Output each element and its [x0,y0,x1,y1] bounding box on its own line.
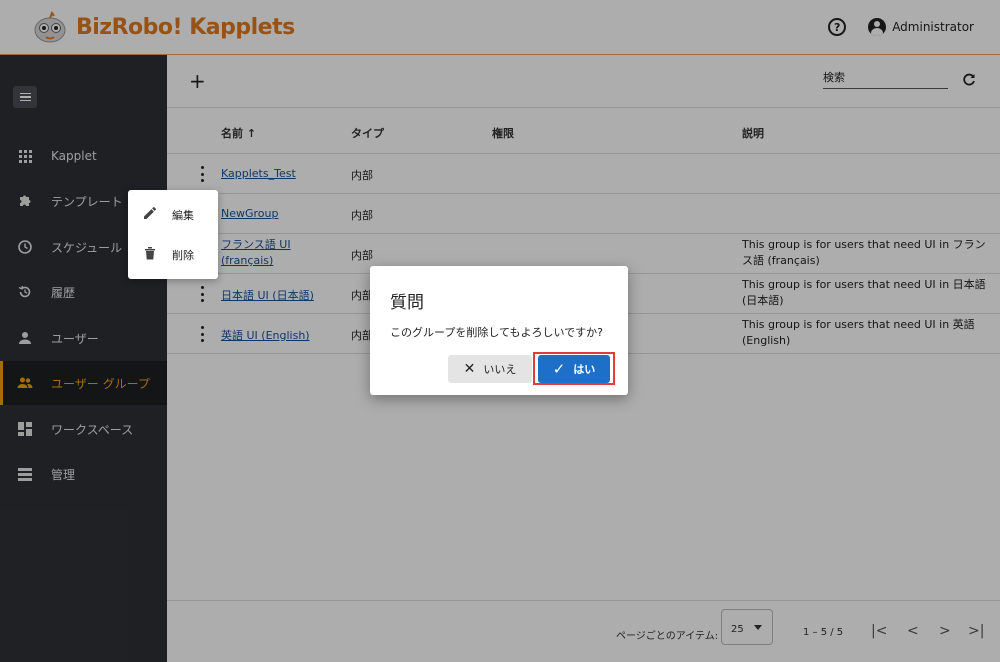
edit-menu-label: 編集 [172,209,194,222]
highlight-frame [533,352,615,385]
edit-menu-item[interactable]: 編集 [128,195,218,235]
dialog-message: このグループを削除してもよろしいですか? [390,326,603,339]
delete-menu-label: 削除 [172,249,194,262]
trash-icon [142,246,158,264]
row-context-menu: 編集 削除 [128,190,218,279]
dialog-title: 質問 [390,293,424,313]
delete-menu-item[interactable]: 削除 [128,235,218,275]
close-icon: ✕ [463,361,476,377]
pencil-icon [142,206,158,224]
no-button-label: いいえ [483,363,517,376]
no-button[interactable]: ✕ いいえ [448,355,532,383]
